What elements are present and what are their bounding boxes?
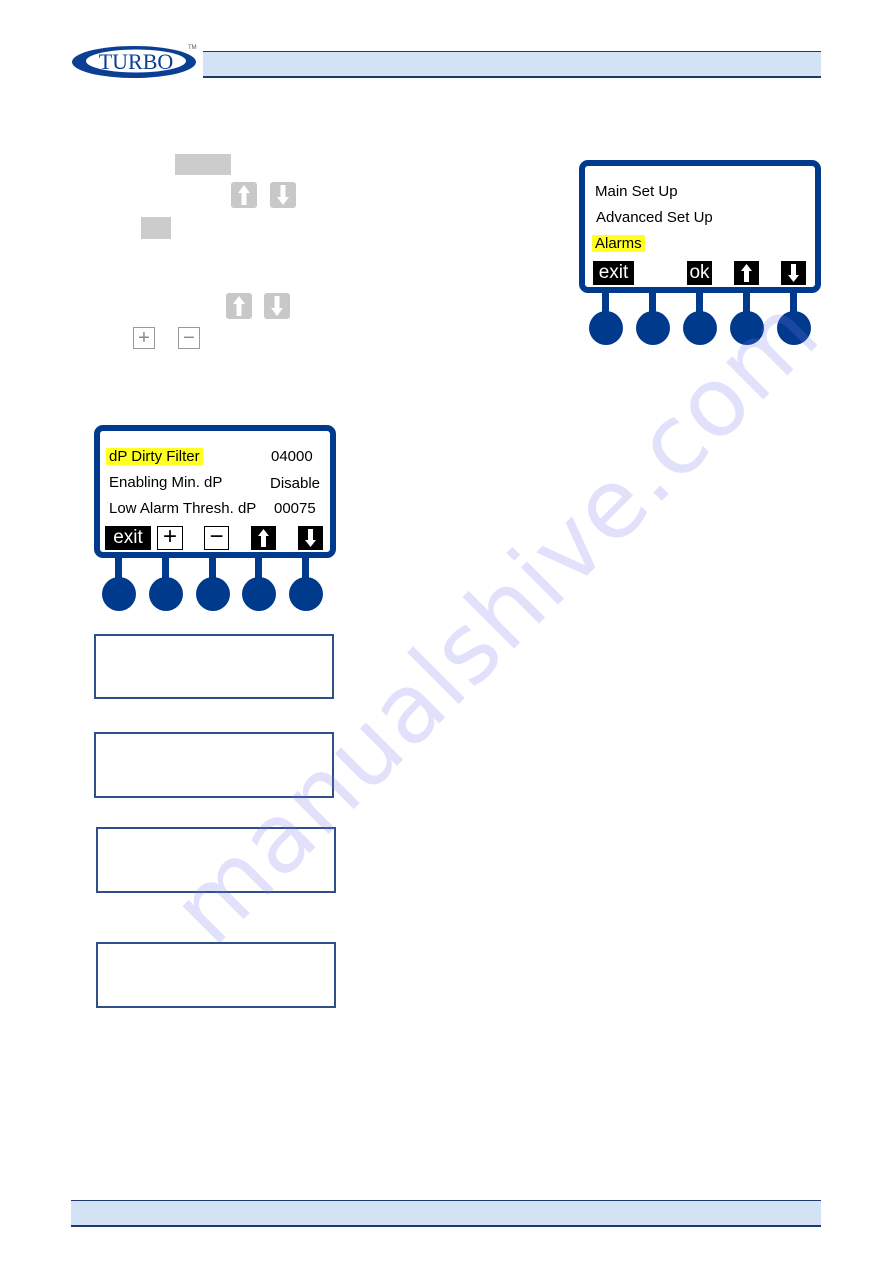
- param-value: 00075: [274, 500, 316, 517]
- arrow-up-key-icon: [231, 182, 257, 208]
- arrow-down-key-icon: [270, 182, 296, 208]
- hardware-button-4[interactable]: [242, 577, 276, 611]
- arrow-down-icon: [788, 264, 799, 282]
- param-row-enabling-min-dp[interactable]: Enabling Min. dP: [109, 473, 222, 493]
- menu-item-alarms-label: Alarms: [592, 235, 645, 252]
- display-box-3: [96, 827, 336, 893]
- logo-trademark: TM: [188, 45, 197, 51]
- arrow-up-key-icon: [226, 293, 252, 319]
- device-alarms: dP Dirty Filter 04000 Enabling Min. dP D…: [94, 425, 336, 611]
- hardware-button-3[interactable]: [196, 577, 230, 611]
- hardware-button-4[interactable]: [730, 311, 764, 345]
- display-box-4: [96, 942, 336, 1008]
- menu-item-main-set-up[interactable]: Main Set Up: [595, 182, 678, 202]
- plus-key-icon: +: [133, 327, 155, 349]
- hardware-button-3[interactable]: [683, 311, 717, 345]
- minus-key-icon: −: [178, 327, 200, 349]
- param-row-dp-dirty-filter[interactable]: dP Dirty Filter: [106, 447, 203, 467]
- softkey-down[interactable]: [298, 526, 323, 550]
- softkey-ok[interactable]: ok: [687, 261, 712, 285]
- hardware-button-5[interactable]: [777, 311, 811, 345]
- menu-item-advanced-set-up[interactable]: Advanced Set Up: [596, 208, 713, 228]
- device-screen: Main Set Up Advanced Set Up Alarms exit …: [579, 160, 821, 293]
- header-band: [203, 51, 821, 78]
- footer-band: [71, 1200, 821, 1227]
- blank-key-icon: [175, 154, 231, 175]
- arrow-up-icon: [258, 529, 269, 547]
- turbo-logo: TURBO TM: [70, 41, 202, 79]
- hardware-button-1[interactable]: [589, 311, 623, 345]
- softkey-up[interactable]: [251, 526, 276, 550]
- softkey-minus[interactable]: −: [204, 525, 229, 550]
- param-label: dP Dirty Filter: [106, 448, 203, 465]
- device-menu: Main Set Up Advanced Set Up Alarms exit …: [579, 160, 821, 345]
- softkey-down[interactable]: [781, 261, 806, 285]
- arrow-up-icon: [741, 264, 752, 282]
- arrow-down-key-icon: [264, 293, 290, 319]
- blank-key-small-icon: [141, 217, 171, 239]
- softkey-plus[interactable]: +: [157, 525, 183, 550]
- param-value: Disable: [270, 475, 321, 492]
- hardware-button-5[interactable]: [289, 577, 323, 611]
- display-box-1: [94, 634, 334, 699]
- softkey-exit[interactable]: exit: [593, 261, 634, 285]
- menu-item-alarms[interactable]: Alarms: [592, 234, 645, 254]
- hardware-button-1[interactable]: [102, 577, 136, 611]
- logo-text: TURBO: [99, 49, 174, 74]
- hardware-button-2[interactable]: [149, 577, 183, 611]
- hardware-button-2[interactable]: [636, 311, 670, 345]
- arrow-down-icon: [305, 529, 316, 547]
- param-row-low-alarm-thresh[interactable]: Low Alarm Thresh. dP: [109, 499, 256, 519]
- device-screen: dP Dirty Filter 04000 Enabling Min. dP D…: [94, 425, 336, 558]
- param-value: 04000: [271, 448, 313, 465]
- display-box-2: [94, 732, 334, 798]
- softkey-up[interactable]: [734, 261, 759, 285]
- softkey-exit[interactable]: exit: [105, 526, 151, 550]
